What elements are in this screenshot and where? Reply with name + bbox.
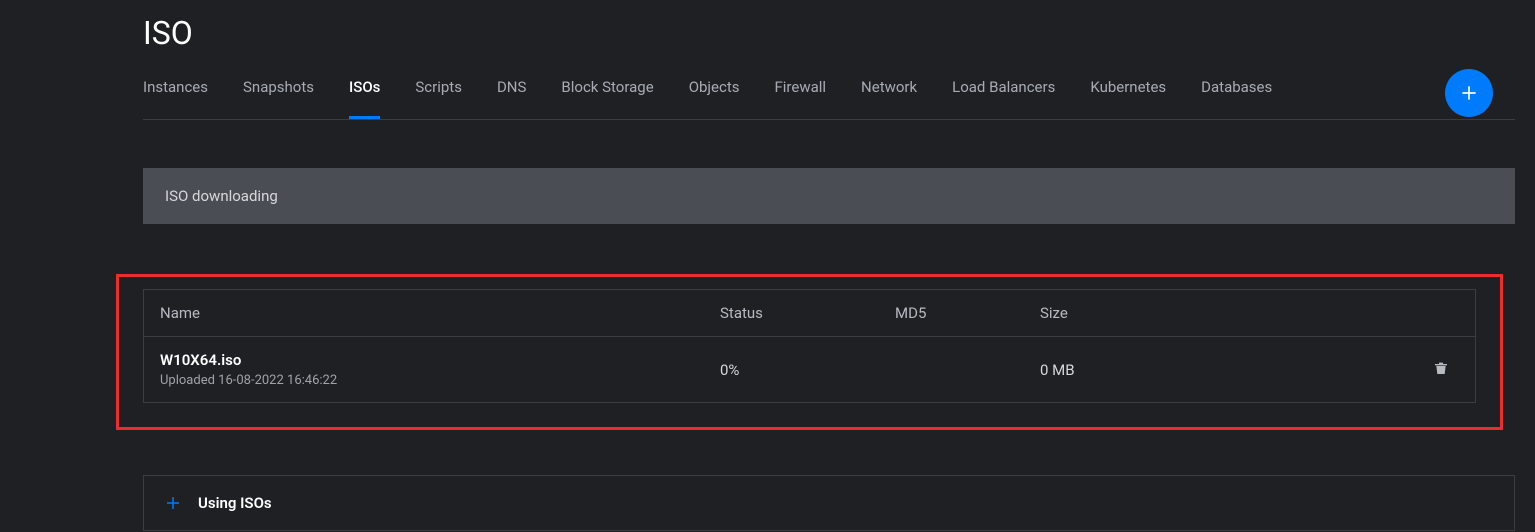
iso-table: Name Status MD5 Size W10X64.iso Uploaded… <box>143 289 1476 403</box>
plus-icon <box>164 494 182 512</box>
using-isos-label: Using ISOs <box>198 494 272 512</box>
tab-kubernetes[interactable]: Kubernetes <box>1090 72 1166 119</box>
delete-button[interactable] <box>1433 359 1449 377</box>
notice-banner: ISO downloading <box>143 168 1515 224</box>
tab-snapshots[interactable]: Snapshots <box>243 72 314 119</box>
file-name: W10X64.iso <box>160 351 720 369</box>
tab-databases[interactable]: Databases <box>1201 72 1272 119</box>
tab-objects[interactable]: Objects <box>689 72 740 119</box>
tab-network[interactable]: Network <box>861 72 917 119</box>
tab-load-balancers[interactable]: Load Balancers <box>952 72 1055 119</box>
page-title: ISO <box>143 0 1515 72</box>
tab-firewall[interactable]: Firewall <box>774 72 826 119</box>
col-header-name: Name <box>160 304 720 322</box>
plus-icon <box>1459 83 1479 103</box>
col-header-md5: MD5 <box>895 304 1040 322</box>
col-header-status: Status <box>720 304 895 322</box>
status-value: 0% <box>720 361 895 379</box>
expand-icon-wrapper <box>164 494 182 512</box>
tab-isos[interactable]: ISOs <box>349 72 380 119</box>
size-value: 0 MB <box>1040 361 1285 379</box>
nav-bar: Instances Snapshots ISOs Scripts DNS Blo… <box>143 72 1515 120</box>
col-header-size: Size <box>1040 304 1285 322</box>
file-meta: Uploaded 16-08-2022 16:46:22 <box>160 373 720 388</box>
tab-instances[interactable]: Instances <box>143 72 208 119</box>
table-header: Name Status MD5 Size <box>144 290 1475 337</box>
tab-block-storage[interactable]: Block Storage <box>561 72 653 119</box>
trash-icon <box>1433 359 1449 377</box>
table-row: W10X64.iso Uploaded 16-08-2022 16:46:22 … <box>144 337 1475 402</box>
tab-dns[interactable]: DNS <box>497 72 526 119</box>
tab-scripts[interactable]: Scripts <box>415 72 462 119</box>
using-isos-panel[interactable]: Using ISOs <box>143 475 1515 531</box>
highlight-box: Name Status MD5 Size W10X64.iso Uploaded… <box>116 274 1503 430</box>
add-button[interactable] <box>1445 69 1493 117</box>
